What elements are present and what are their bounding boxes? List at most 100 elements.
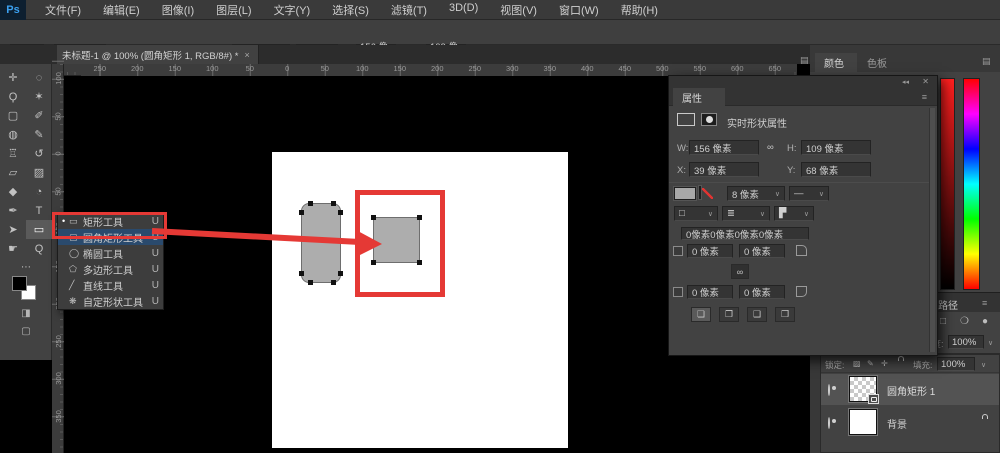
layer-row-rounded-rectangle[interactable]: 圆角矩形 1 — [821, 374, 999, 405]
move-tool[interactable]: ✛ — [0, 68, 26, 87]
anchor-point[interactable] — [299, 271, 304, 276]
lock-position-icon[interactable]: ✛ — [881, 359, 888, 368]
document-tab[interactable]: 未标题-1 @ 100% (圆角矩形 1, RGB/8#) * × — [57, 45, 259, 64]
chevron-down-icon[interactable]: ∨ — [981, 361, 986, 369]
x-field[interactable]: 39 像素 — [689, 162, 759, 177]
path-selection-tool[interactable]: ➤ — [0, 220, 26, 239]
flyout-line-tool[interactable]: ╱ 直线工具 U — [58, 277, 163, 293]
menu-image[interactable]: 图像(I) — [151, 2, 205, 18]
type-tool[interactable]: T — [26, 201, 52, 220]
stroke-caps-dropdown[interactable]: ≣∨ — [722, 206, 770, 221]
fill-swatch[interactable] — [674, 187, 696, 200]
fill-opacity-field[interactable]: 100% — [937, 357, 975, 371]
path-op-new-button[interactable]: ❏ — [691, 307, 711, 322]
hue-spectrum-ramp[interactable] — [963, 78, 980, 290]
stroke-corners-dropdown[interactable]: ▛∨ — [774, 206, 814, 221]
y-field[interactable]: 68 像素 — [801, 162, 871, 177]
filter-shape-icon[interactable]: □ — [940, 316, 946, 327]
crop-tool[interactable]: ▢ — [0, 106, 26, 125]
collapse-panel-icon[interactable]: ◂◂ — [902, 78, 909, 86]
height-field[interactable]: 109 像素 — [801, 140, 871, 155]
lock-transparency-icon[interactable]: ▨ — [853, 359, 861, 368]
lasso-tool[interactable]: Ϙ — [0, 87, 26, 106]
layer-thumbnail[interactable] — [849, 376, 877, 402]
dock-collapse-icon[interactable]: ▤ — [800, 55, 809, 66]
dodge-tool[interactable]: ◔ — [26, 182, 52, 201]
stroke-width-field[interactable]: 8 像素∨ — [727, 186, 785, 201]
hand-tool[interactable]: ☛ — [0, 239, 26, 258]
stroke-style-dropdown[interactable]: —∨ — [789, 186, 829, 201]
tab-swatches[interactable]: 色板 — [858, 53, 900, 72]
path-op-exclude-button[interactable]: ❒ — [775, 307, 795, 322]
stroke-align-dropdown[interactable]: □∨ — [674, 206, 718, 221]
path-op-intersect-button[interactable]: ❑ — [747, 307, 767, 322]
gradient-tool[interactable]: ▨ — [26, 163, 52, 182]
marquee-tool[interactable]: ◌ — [26, 68, 52, 87]
healing-brush-tool[interactable]: ◍ — [0, 125, 26, 144]
eraser-tool[interactable]: ▱ — [0, 163, 26, 182]
link-dimensions-icon[interactable]: ∞ — [767, 142, 774, 153]
anchor-point[interactable] — [338, 210, 343, 215]
rectangle-tool[interactable]: ▭ — [26, 220, 52, 239]
eyedropper-tool[interactable]: ✐ — [26, 106, 52, 125]
layer-name[interactable]: 背景 — [887, 416, 907, 431]
link-radii-icon[interactable]: ∞ — [731, 264, 749, 279]
menu-edit[interactable]: 编辑(E) — [92, 2, 151, 18]
color-swatches-widget[interactable] — [12, 276, 38, 302]
brush-tool[interactable]: ✎ — [26, 125, 52, 144]
menu-type[interactable]: 文字(Y) — [263, 2, 322, 18]
history-brush-tool[interactable]: ↺ — [26, 144, 52, 163]
chevron-down-icon[interactable]: ∨ — [988, 339, 993, 347]
screen-mode-icon[interactable]: ▢ — [0, 326, 52, 337]
tab-color[interactable]: 颜色 — [815, 53, 857, 72]
flyout-polygon-tool[interactable]: ⬠ 多边形工具 U — [58, 261, 163, 277]
pen-tool[interactable]: ✒ — [0, 201, 26, 220]
stroke-swatch[interactable] — [699, 186, 701, 199]
red-color-ramp[interactable] — [940, 78, 955, 290]
panel-menu-icon[interactable]: ▤ — [982, 56, 991, 67]
tab-properties[interactable]: 属性 — [673, 88, 725, 106]
opacity-value-field[interactable]: 100% — [948, 335, 984, 349]
panel-menu-icon[interactable]: ≡ — [922, 92, 927, 102]
anchor-point[interactable] — [308, 201, 313, 206]
filter-dot-icon[interactable]: ● — [982, 316, 988, 327]
panel-menu-icon[interactable]: ≡ — [982, 298, 987, 308]
rounded-rectangle-shape[interactable] — [301, 203, 341, 283]
width-field[interactable]: 156 像素 — [689, 140, 759, 155]
anchor-point[interactable] — [331, 201, 336, 206]
menu-layer[interactable]: 图层(L) — [205, 2, 262, 18]
radius-bottomright-field[interactable]: 0 像素 — [739, 285, 785, 299]
radius-bottomleft-field[interactable]: 0 像素 — [687, 285, 733, 299]
anchor-point[interactable] — [331, 280, 336, 285]
close-tab-icon[interactable]: × — [244, 50, 249, 60]
zoom-tool[interactable]: Q — [26, 239, 52, 258]
menu-file[interactable]: 文件(F) — [34, 2, 92, 18]
anchor-point[interactable] — [299, 210, 304, 215]
panel-scrollbar[interactable] — [929, 108, 935, 352]
tab-paths[interactable]: 路径 — [938, 297, 958, 312]
visibility-eye-icon[interactable] — [828, 384, 830, 396]
magic-wand-tool[interactable]: ✶ — [26, 87, 52, 106]
corner-radii-summary-field[interactable]: 0像素0像素0像素0像素 — [681, 227, 809, 240]
menu-filter[interactable]: 滤镜(T) — [380, 2, 438, 18]
layer-thumbnail[interactable] — [849, 409, 877, 435]
path-op-subtract-button[interactable]: ❐ — [719, 307, 739, 322]
anchor-point[interactable] — [338, 271, 343, 276]
lock-pixels-icon[interactable]: ✎ — [867, 359, 874, 368]
corner-checkbox[interactable] — [673, 246, 683, 256]
anchor-point[interactable] — [308, 280, 313, 285]
flyout-ellipse-tool[interactable]: ◯ 椭圆工具 U — [58, 245, 163, 261]
clone-stamp-tool[interactable]: ♖ — [0, 144, 26, 163]
flyout-custom-shape-tool[interactable]: ❋ 自定形状工具 U — [58, 293, 163, 309]
filter-adjustment-icon[interactable]: ❍ — [960, 316, 969, 327]
blur-tool[interactable]: ◆ — [0, 182, 26, 201]
quick-mask-icon[interactable]: ◨ — [0, 308, 52, 319]
radius-topright-field[interactable]: 0 像素 — [739, 244, 785, 258]
radius-topleft-field[interactable]: 0 像素 — [687, 244, 733, 258]
more-tools-icon[interactable]: ⋯ — [0, 262, 52, 273]
close-panel-icon[interactable]: ✕ — [922, 77, 929, 86]
foreground-color-swatch[interactable] — [12, 276, 27, 291]
menu-help[interactable]: 帮助(H) — [610, 2, 669, 18]
layer-name[interactable]: 圆角矩形 1 — [887, 383, 935, 398]
visibility-eye-icon[interactable] — [828, 417, 830, 429]
